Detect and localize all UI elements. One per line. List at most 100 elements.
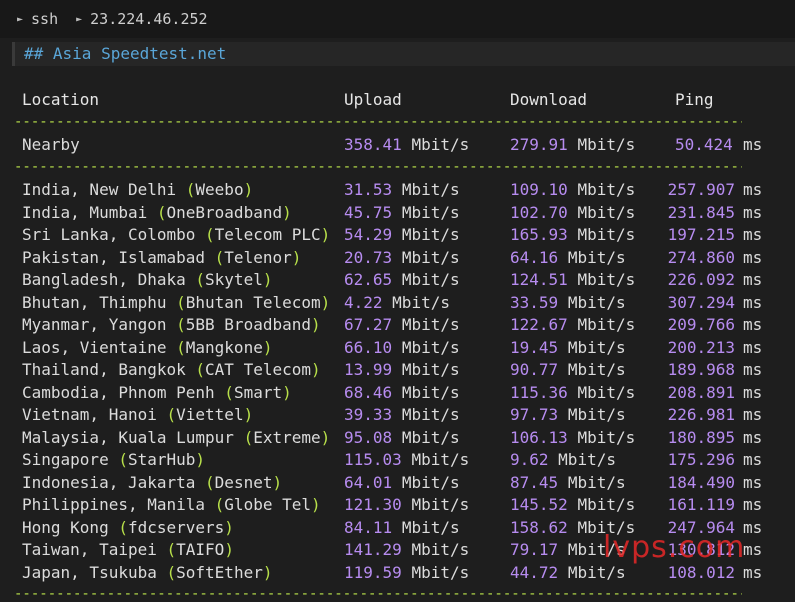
- paren-close: ): [224, 517, 234, 537]
- unit-label: Mbit/s: [401, 472, 460, 492]
- paren-close: ): [311, 315, 321, 334]
- unit-label: Mbit/s: [577, 427, 636, 447]
- unit-label: Mbit/s: [401, 180, 460, 199]
- breadcrumb-item-host[interactable]: 23.224.46.252: [90, 10, 207, 28]
- location-place: Sri Lanka, Colombo: [22, 225, 206, 244]
- download-value: 106.13: [510, 427, 568, 447]
- unit-label: Mbit/s: [577, 202, 636, 222]
- paren-close: ): [311, 495, 321, 514]
- unit-label: Mbit/s: [567, 472, 626, 492]
- location-isp: Desnet: [214, 472, 273, 492]
- upload-value: 95.08: [344, 427, 393, 447]
- paren-open: (: [156, 202, 167, 222]
- paren-close: ): [291, 247, 302, 267]
- download-value: 19.45: [510, 337, 559, 357]
- location-place: India, New Delhi: [22, 180, 186, 199]
- section-heading: ## Asia Speedtest.net: [12, 42, 795, 66]
- location-isp: Telenor: [224, 247, 292, 267]
- ping-value: 208.891: [667, 382, 735, 402]
- table-row: Cambodia, Phnom Penh (Smart) 68.46 Mbit/s…: [0, 382, 795, 404]
- unit-label: ms: [743, 382, 763, 402]
- unit-label: ms: [743, 517, 763, 537]
- paren-close: ): [272, 472, 283, 492]
- unit-label: Mbit/s: [567, 405, 626, 424]
- unit-label: Mbit/s: [411, 562, 470, 582]
- paren-close: ): [262, 562, 273, 582]
- column-header-ping: Ping: [675, 90, 714, 109]
- paren-open: (: [205, 225, 215, 244]
- table-row: Sri Lanka, Colombo (Telecom PLC) 54.29 Mb…: [0, 224, 795, 246]
- unit-label: ms: [743, 337, 763, 357]
- unit-label: ms: [743, 360, 763, 379]
- unit-label: Mbit/s: [567, 247, 626, 267]
- table-row: Malaysia, Kuala Lumpur (Extreme) 95.08 Mb…: [0, 427, 795, 449]
- unit-label: Mbit/s: [401, 225, 460, 244]
- location-place: Japan, Tsukuba: [22, 562, 167, 582]
- download-value: 33.59: [510, 292, 559, 312]
- unit-label: Mbit/s: [401, 270, 460, 289]
- ping-value: 274.860: [667, 247, 735, 267]
- paren-open: (: [205, 472, 215, 492]
- download-value: 145.52: [510, 495, 568, 514]
- paren-open: (: [166, 540, 177, 559]
- unit-label: ms: [743, 135, 763, 154]
- upload-value: 68.46: [344, 382, 393, 402]
- unit-label: Mbit/s: [411, 540, 470, 559]
- location-isp: 5BB Broadband: [185, 315, 311, 334]
- download-value: 165.93: [510, 225, 568, 244]
- location-place: Bhutan, Thimphu: [22, 292, 177, 312]
- unit-label: Mbit/s: [411, 495, 470, 514]
- unit-label: Mbit/s: [401, 427, 460, 447]
- upload-value: 67.27: [344, 315, 393, 334]
- ping-value: 226.092: [667, 270, 735, 289]
- download-value: 87.45: [510, 472, 559, 492]
- paren-open: (: [176, 337, 186, 357]
- nearby-upload: 358.41: [344, 135, 402, 154]
- unit-label: Mbit/s: [401, 247, 460, 267]
- chevron-right-icon: ►: [76, 13, 83, 25]
- ping-value: 184.490: [667, 472, 735, 492]
- unit-label: Mbit/s: [392, 292, 450, 312]
- upload-value: 4.22: [344, 292, 383, 312]
- column-header-download: Download: [510, 90, 588, 109]
- table-row: Bangladesh, Dhaka (Skytel) 62.65 Mbit/s 12…: [0, 269, 795, 291]
- download-value: 109.10: [510, 180, 568, 199]
- download-value: 90.77: [510, 360, 559, 379]
- paren-close: ): [195, 450, 206, 469]
- paren-close: ): [262, 270, 273, 289]
- upload-value: 20.73: [344, 247, 393, 267]
- unit-label: Mbit/s: [401, 517, 460, 537]
- location-place: Cambodia, Phnom Penh: [22, 382, 225, 402]
- ping-value: 209.766: [667, 315, 735, 334]
- paren-close: ): [320, 225, 331, 244]
- upload-value: 31.53: [344, 180, 393, 199]
- unit-label: Mbit/s: [577, 315, 636, 334]
- breadcrumb-item-ssh[interactable]: ssh: [31, 10, 58, 28]
- location-isp: StarHub: [127, 450, 196, 469]
- paren-open: (: [214, 495, 225, 514]
- unit-label: ms: [743, 540, 763, 559]
- ping-value: 197.215: [667, 225, 735, 244]
- table-row: Philippines, Manila (Globe Tel) 121.30 Mb…: [0, 494, 795, 516]
- unit-label: ms: [743, 247, 763, 267]
- watermark: lvps.com: [603, 530, 746, 565]
- unit-label: Mbit/s: [558, 450, 616, 469]
- unit-label: Mbit/s: [577, 135, 636, 154]
- paren-close: ): [282, 382, 292, 402]
- download-value: 122.67: [510, 315, 568, 334]
- table-row: Myanmar, Yangon (5BB Broadband) 67.27 Mbi…: [0, 314, 795, 336]
- paren-open: (: [166, 562, 177, 582]
- upload-value: 84.11: [344, 517, 393, 537]
- location-isp: CAT Telecom: [205, 360, 311, 379]
- unit-label: ms: [743, 495, 763, 514]
- location-isp: fdcservers: [127, 517, 225, 537]
- unit-label: ms: [743, 472, 763, 492]
- paren-close: ): [262, 337, 273, 357]
- paren-open: (: [214, 247, 225, 267]
- location-place: Indonesia, Jakarta: [22, 472, 206, 492]
- unit-label: Mbit/s: [577, 225, 636, 244]
- location-place: Philippines, Manila: [22, 495, 215, 514]
- unit-label: Mbit/s: [411, 450, 470, 469]
- location-place: India, Mumbai: [22, 202, 157, 222]
- unit-label: Mbit/s: [567, 337, 626, 357]
